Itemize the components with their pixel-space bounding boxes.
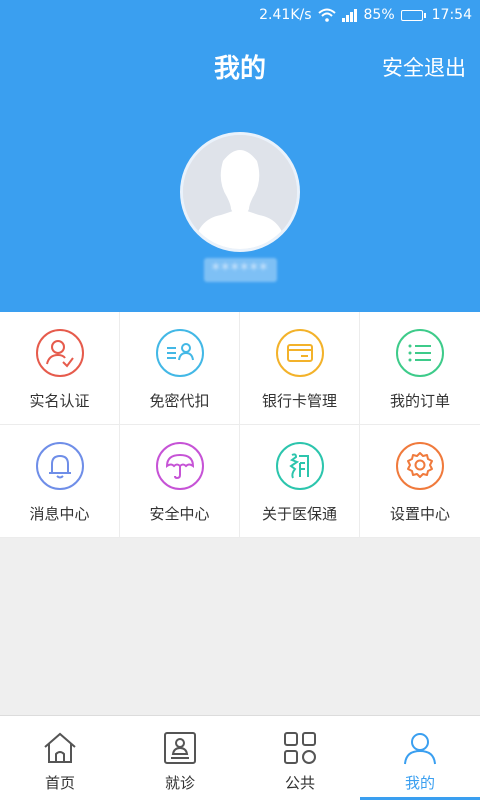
signal-icon — [341, 8, 358, 22]
tab-label: 我的 — [404, 774, 435, 792]
network-speed: 2.41K/s — [259, 7, 312, 23]
order-list-icon — [396, 329, 444, 377]
menu-settings[interactable]: 设置中心 — [360, 425, 480, 538]
list-user-icon — [155, 329, 204, 377]
profile-header: 我的 安全退出 ****** — [0, 30, 480, 312]
battery-icon — [400, 9, 426, 21]
tab-public[interactable]: 公共 — [240, 716, 360, 800]
grid-icon — [284, 732, 316, 764]
menu-password-free-deduction[interactable]: 免密代扣 — [120, 312, 240, 425]
tab-home[interactable]: 首页 — [0, 716, 120, 800]
menu-label: 实名认证 — [29, 392, 90, 410]
id-check-icon — [35, 329, 84, 377]
menu-real-name-auth[interactable]: 实名认证 — [0, 312, 120, 425]
bell-icon — [35, 442, 84, 490]
umbrella-icon — [155, 442, 204, 490]
tab-visit[interactable]: 就诊 — [120, 716, 240, 800]
tab-label: 就诊 — [164, 774, 195, 792]
about-logo-icon — [275, 442, 324, 490]
menu-message-center[interactable]: 消息中心 — [0, 425, 120, 538]
menu-label: 免密代扣 — [149, 392, 210, 410]
menu-grid: 实名认证 免密代扣 银行卡管理 我的订单 消息中心 安全中心 关于医保通 设置中… — [0, 312, 480, 538]
medical-card-icon — [164, 732, 196, 764]
menu-security-center[interactable]: 安全中心 — [120, 425, 240, 538]
menu-label: 安全中心 — [149, 505, 210, 523]
battery-percent: 85% — [363, 7, 395, 23]
wifi-icon — [317, 8, 336, 22]
gear-icon — [396, 442, 444, 490]
menu-label: 设置中心 — [389, 505, 450, 523]
menu-about[interactable]: 关于医保通 — [240, 425, 360, 538]
logout-button[interactable]: 安全退出 — [382, 52, 466, 82]
menu-label: 我的订单 — [389, 392, 450, 410]
clock: 17:54 — [431, 7, 472, 23]
menu-bank-card[interactable]: 银行卡管理 — [240, 312, 360, 425]
tab-label: 首页 — [44, 774, 75, 792]
status-bar: 2.41K/s 85% 17:54 — [0, 0, 480, 30]
menu-my-orders[interactable]: 我的订单 — [360, 312, 480, 425]
home-icon — [44, 732, 76, 763]
menu-label: 银行卡管理 — [261, 392, 337, 410]
tab-mine[interactable]: 我的 — [360, 716, 480, 800]
profile-icon — [404, 733, 436, 765]
username: ****** — [0, 258, 480, 282]
bottom-tab-bar: 首页 就诊 公共 我的 — [0, 715, 480, 800]
menu-label: 消息中心 — [29, 505, 90, 523]
menu-label: 关于医保通 — [261, 505, 337, 523]
bank-card-icon — [275, 329, 324, 377]
avatar[interactable] — [180, 132, 300, 252]
tab-label: 公共 — [284, 774, 315, 792]
